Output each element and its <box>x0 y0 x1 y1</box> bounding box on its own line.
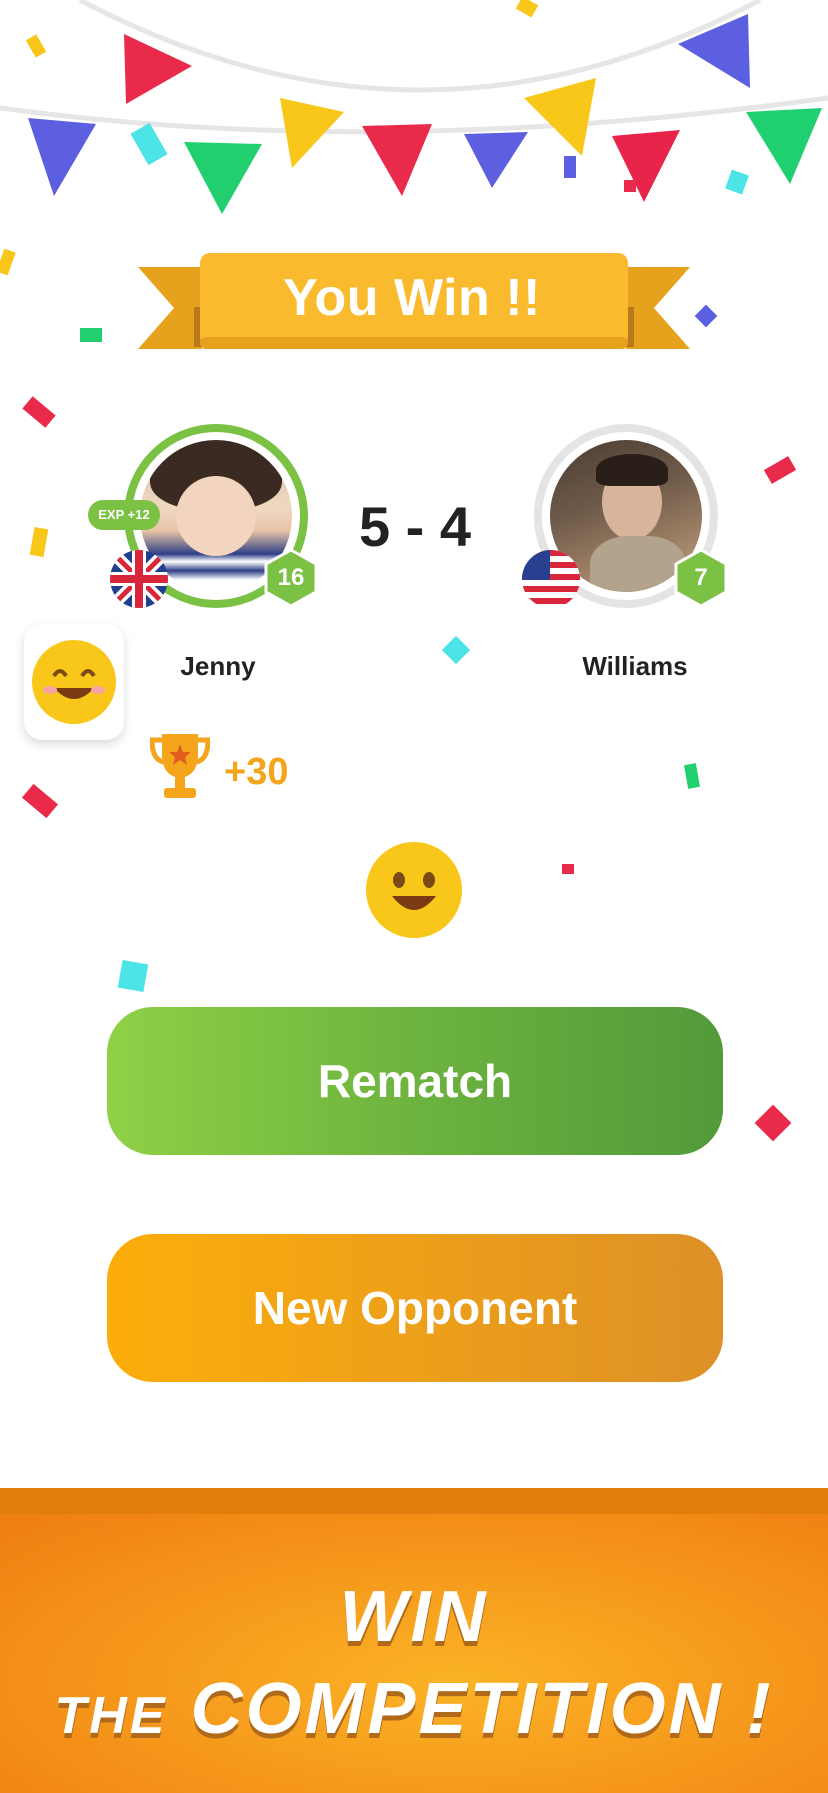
confetti <box>694 304 718 328</box>
new-opponent-button[interactable]: New Opponent <box>107 1234 723 1382</box>
player-left-name: Jenny <box>180 651 256 681</box>
smiley-emoji-icon <box>32 640 116 724</box>
confetti <box>21 783 59 819</box>
confetti <box>29 526 49 558</box>
confetti <box>22 396 56 428</box>
confetti <box>441 635 471 665</box>
trophy-reward-value: +30 <box>224 751 289 793</box>
confetti <box>624 180 636 192</box>
footer-headline-line1: WIN <box>339 1577 489 1657</box>
confetti <box>684 763 700 789</box>
us-flag-icon <box>522 550 580 608</box>
confetti <box>564 156 576 178</box>
trophy-icon <box>150 734 210 798</box>
confetti <box>763 456 797 484</box>
uk-flag-icon <box>110 550 168 608</box>
confetti <box>754 1104 792 1142</box>
confetti <box>80 328 102 342</box>
win-title: You Win !! <box>283 269 541 327</box>
bunting-decoration <box>0 0 828 214</box>
player-right-name: Williams <box>582 651 688 681</box>
footer-divider <box>0 1488 828 1514</box>
confetti <box>562 864 574 874</box>
chat-emoji-bubble[interactable] <box>24 624 124 740</box>
rematch-button[interactable]: Rematch <box>107 1007 723 1155</box>
confetti <box>117 959 149 993</box>
smiley-emoji-icon <box>366 842 462 938</box>
player-left-level: 16 <box>277 564 305 591</box>
footer-line2-main: COMPETITION ! <box>190 1669 774 1749</box>
confetti <box>0 248 16 276</box>
exp-badge: EXP +12 <box>88 500 160 530</box>
player-right-level: 7 <box>694 564 708 591</box>
footer-line2-prefix: THE <box>54 1687 168 1745</box>
footer-headline-line2: THE COMPETITION ! <box>0 1668 828 1750</box>
match-score: 5 - 4 <box>358 495 472 558</box>
